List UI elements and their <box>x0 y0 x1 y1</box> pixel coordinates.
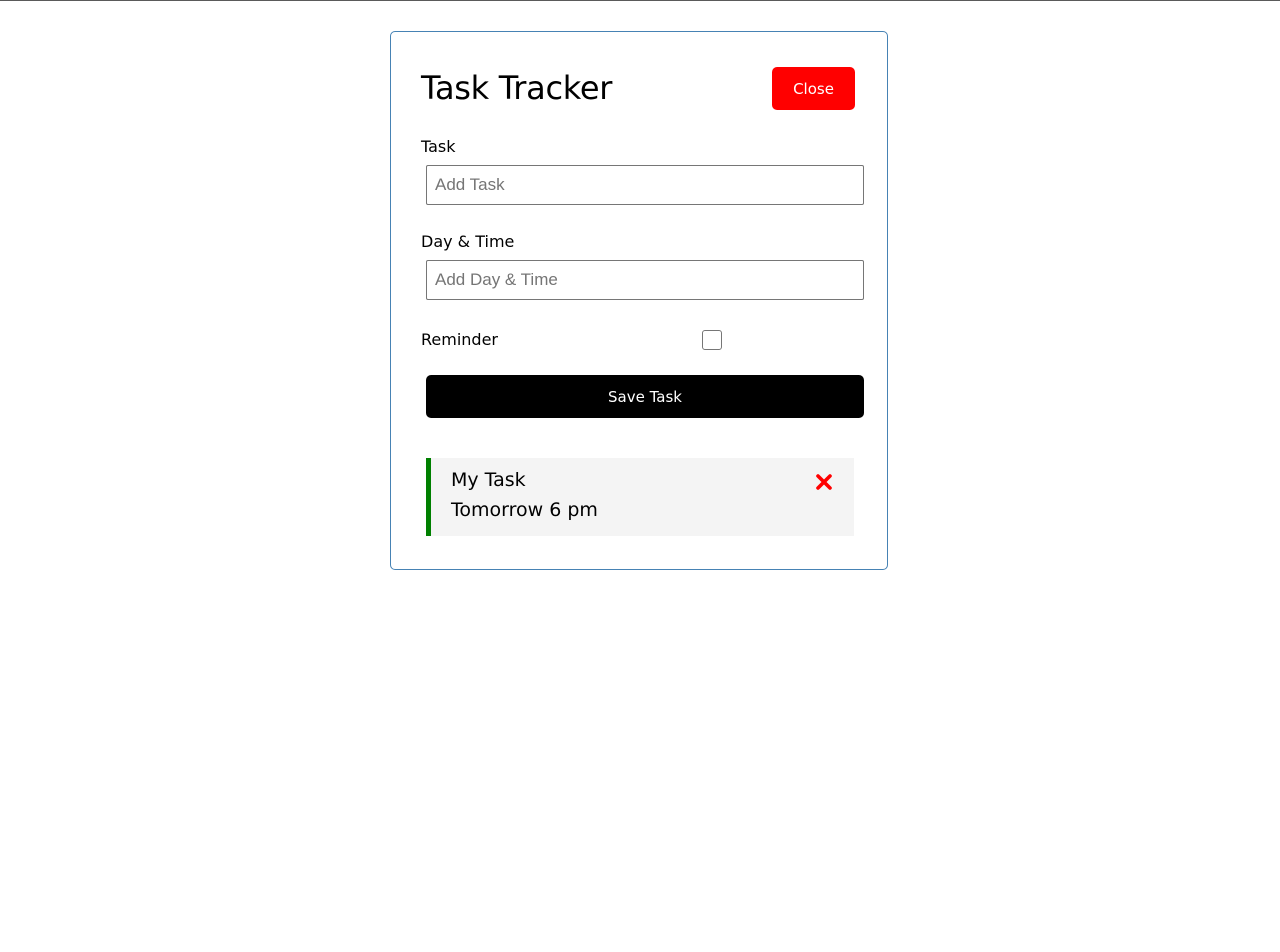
reminder-label: Reminder <box>421 330 498 349</box>
task-title: My Task <box>451 469 526 491</box>
page-title: Task Tracker <box>421 69 613 107</box>
task-input[interactable] <box>426 165 864 205</box>
task-label: Task <box>421 137 456 156</box>
close-icon[interactable] <box>815 473 833 491</box>
save-task-button[interactable]: Save Task <box>426 375 864 418</box>
task-tracker-container: Task Tracker Close Task Day & Time Remin… <box>390 31 888 570</box>
day-time-label: Day & Time <box>421 232 515 251</box>
reminder-checkbox[interactable] <box>702 330 722 350</box>
close-button[interactable]: Close <box>772 67 855 110</box>
top-divider <box>0 0 1280 1</box>
day-time-input[interactable] <box>426 260 864 300</box>
task-item[interactable]: My Task Tomorrow 6 pm <box>426 458 854 536</box>
task-day: Tomorrow 6 pm <box>451 499 598 521</box>
